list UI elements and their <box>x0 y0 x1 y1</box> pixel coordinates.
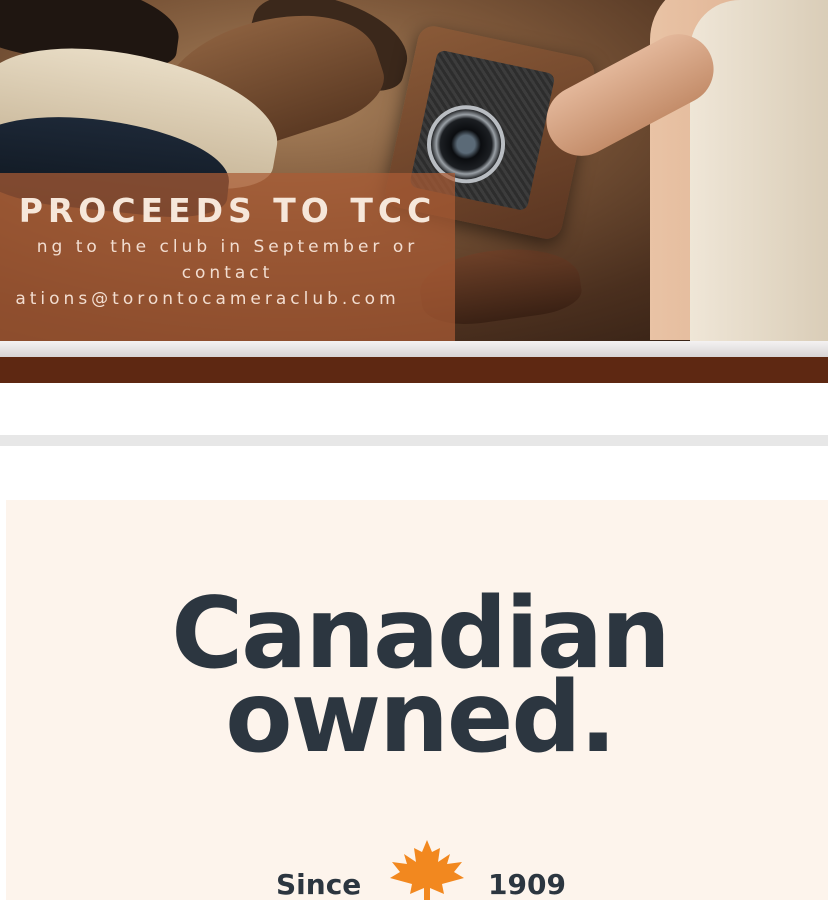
banner-heading: PROCEEDS TO TCC <box>18 191 437 230</box>
promo-banner[interactable]: PROCEEDS TO TCC ng to the club in Septem… <box>0 0 828 341</box>
since-row: Since 1909 <box>272 838 592 901</box>
canadian-owned-ad[interactable]: Canadian owned. Since 1909 <box>6 500 828 901</box>
banner-text-line: ng to the club in September or <box>36 237 419 257</box>
section-divider <box>0 435 828 446</box>
ad-title-line: owned. <box>225 661 616 775</box>
brown-stripe <box>0 357 828 383</box>
dress-image <box>690 0 828 341</box>
since-label: Since <box>276 868 362 901</box>
maple-leaf-icon <box>390 840 464 900</box>
banner-text-panel: PROCEEDS TO TCC ng to the club in Septem… <box>0 173 455 341</box>
banner-bottom-border <box>0 341 828 357</box>
ad-title: Canadian owned. <box>6 585 828 775</box>
contact-email[interactable]: ations@torontocameraclub.com <box>0 288 455 310</box>
since-year: 1909 <box>488 868 566 901</box>
banner-text-line: contact <box>181 263 274 283</box>
